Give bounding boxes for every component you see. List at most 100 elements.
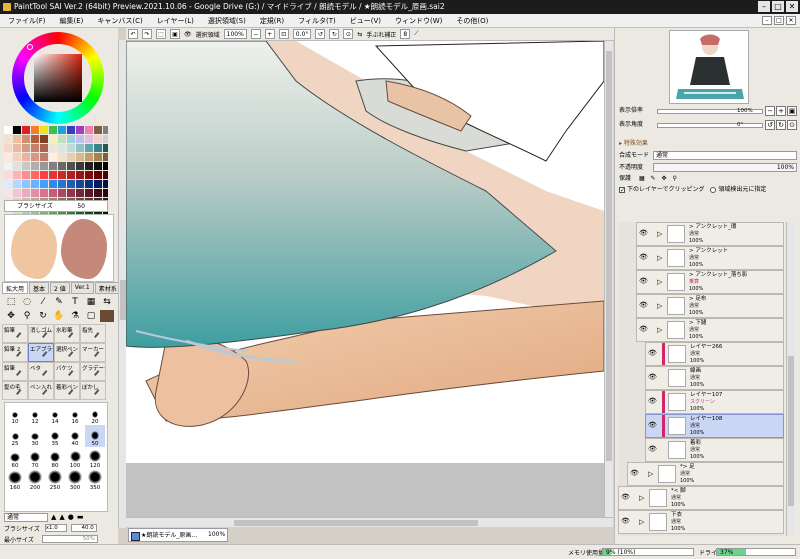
rotate-reset-button[interactable]: ⊙ (787, 120, 797, 130)
color-swatch[interactable] (40, 180, 48, 188)
brush-size-option[interactable]: 100 (65, 447, 85, 469)
visibility-eye-icon[interactable]: 👁 (621, 518, 630, 525)
brush-size-option[interactable]: 160 (5, 469, 25, 491)
brush-size-option[interactable]: 35 (45, 425, 65, 447)
color-swatch[interactable] (13, 126, 21, 134)
folder-toggle-icon[interactable]: ▷ (657, 326, 662, 334)
color-swatch[interactable] (31, 171, 39, 179)
brush-size-option[interactable]: 16 (65, 403, 85, 425)
tool-button[interactable]: 指先 (80, 324, 106, 343)
undo-icon[interactable]: ↶ (128, 29, 138, 39)
layer-row[interactable]: 👁 ▷ > アンクレット 通常 100% (636, 246, 784, 270)
tool-button[interactable]: マーカー (80, 343, 106, 362)
rotate-cw-button[interactable]: ↻ (776, 120, 786, 130)
zoom-icon[interactable]: ⚲ (20, 310, 34, 322)
eyedrop-icon[interactable]: ⚗ (68, 310, 82, 322)
visibility-eye-icon[interactable]: 👁 (648, 422, 657, 429)
color-swatch[interactable] (4, 180, 12, 188)
brush-size-option[interactable]: 50 (85, 425, 105, 447)
color-swatch[interactable] (40, 135, 48, 143)
tool-button[interactable]: ベタ (28, 362, 54, 381)
menu-edit[interactable]: 編集(E) (60, 16, 84, 26)
color-swatch[interactable] (94, 144, 102, 152)
color-swatch[interactable] (4, 171, 12, 179)
brush-shape-icon[interactable]: ● (68, 513, 74, 521)
move-icon[interactable]: ✥ (4, 310, 18, 322)
rotate-left-icon[interactable]: ↺ (315, 29, 326, 39)
layer-list-scrollbar[interactable] (786, 222, 795, 536)
color-swatch[interactable] (94, 135, 102, 143)
color-swatch[interactable] (58, 171, 66, 179)
brush-size-option[interactable]: 30 (25, 425, 45, 447)
canvas-vertical-scrollbar[interactable] (604, 41, 613, 517)
folder-toggle-icon[interactable]: ▷ (657, 230, 662, 238)
opacity-slider[interactable]: 100% (653, 163, 797, 172)
menu-view[interactable]: ビュー(V) (350, 16, 381, 26)
color-swatch[interactable] (58, 135, 66, 143)
color-swatch[interactable] (22, 126, 30, 134)
menu-other[interactable]: その他(O) (456, 16, 488, 26)
color-swatch[interactable] (103, 189, 108, 197)
brush-shape-icon[interactable]: ▲ (51, 513, 56, 521)
layer-row[interactable]: 👁 着彩 通常 100% (645, 438, 784, 462)
tool-tab[interactable]: 拡大用 (2, 282, 29, 294)
tool-button[interactable]: 選択ペン (54, 343, 80, 362)
color-swatch[interactable] (13, 153, 21, 161)
scroll-thumb[interactable] (606, 51, 612, 461)
tool-tab[interactable]: 2 値 (50, 282, 70, 294)
color-swatch[interactable] (94, 171, 102, 179)
color-swatch[interactable] (13, 135, 21, 143)
doc-close-button[interactable]: ✕ (786, 16, 796, 25)
folder-toggle-icon[interactable]: ▷ (657, 278, 662, 286)
tool-button[interactable]: エアブラシ (28, 343, 54, 362)
color-swatch[interactable] (67, 171, 75, 179)
redo-icon[interactable]: ↷ (142, 29, 152, 39)
visibility-eye-icon[interactable]: 👁 (630, 470, 639, 477)
doc-restore-button[interactable]: □ (774, 16, 784, 25)
tool-button[interactable]: ぼかし (80, 381, 106, 400)
color-swatch[interactable] (85, 180, 93, 188)
invert-selection-icon[interactable]: ▣ (170, 29, 180, 39)
color-swatch[interactable] (22, 180, 30, 188)
brush-blend-select[interactable]: 通常 (4, 512, 48, 522)
zoom-in-icon[interactable]: + (264, 29, 275, 39)
zoom-out-icon[interactable]: − (250, 29, 261, 39)
color-swatch[interactable] (67, 135, 75, 143)
minimize-button[interactable]: – (758, 1, 770, 12)
visibility-eye-icon[interactable]: 👁 (639, 302, 648, 309)
layer-row[interactable]: 👁 レイヤー266 通常 100% (645, 342, 784, 366)
rotate-icon[interactable]: ↻ (36, 310, 50, 322)
swap-icon[interactable]: ⇆ (100, 296, 114, 308)
color-swatch[interactable] (4, 126, 12, 134)
brush-shape-icon[interactable]: ▬ (77, 513, 84, 521)
frame-icon[interactable]: ▢ (84, 310, 98, 322)
folder-toggle-icon[interactable]: ▷ (648, 470, 653, 478)
color-swatch[interactable] (67, 153, 75, 161)
color-swatch[interactable] (13, 180, 21, 188)
rotate-reset-icon[interactable]: ⊙ (343, 29, 354, 39)
layer-row[interactable]: 👁 レイヤー108 通常 100% (645, 414, 784, 438)
folder-toggle-icon[interactable]: ▷ (657, 302, 662, 310)
color-swatch[interactable] (85, 144, 93, 152)
menu-layer[interactable]: レイヤー(L) (157, 16, 194, 26)
folder-toggle-icon[interactable]: ▷ (639, 494, 644, 502)
brush-size-option[interactable]: 12 (25, 403, 45, 425)
color-swatch[interactable] (22, 189, 30, 197)
color-swatch[interactable] (4, 153, 12, 161)
color-swatch[interactable] (40, 189, 48, 197)
layer-row[interactable]: 👁 ▷ > 足布 通常 100% (636, 294, 784, 318)
color-swatch[interactable] (31, 189, 39, 197)
hue-marker[interactable] (27, 44, 33, 50)
color-chip-icon[interactable] (100, 310, 114, 322)
color-swatch[interactable] (76, 171, 84, 179)
color-swatch[interactable] (76, 180, 84, 188)
color-swatch[interactable] (58, 180, 66, 188)
brush-size-field[interactable]: 40.0 (70, 524, 97, 532)
color-swatch[interactable] (103, 135, 108, 143)
brush-size-option[interactable]: 350 (85, 469, 105, 491)
color-scratchpad[interactable] (4, 214, 114, 282)
menu-ruler[interactable]: 定規(R) (260, 16, 284, 26)
color-swatch[interactable] (40, 153, 48, 161)
color-swatch[interactable] (31, 135, 39, 143)
select-source-radio[interactable] (710, 186, 717, 193)
